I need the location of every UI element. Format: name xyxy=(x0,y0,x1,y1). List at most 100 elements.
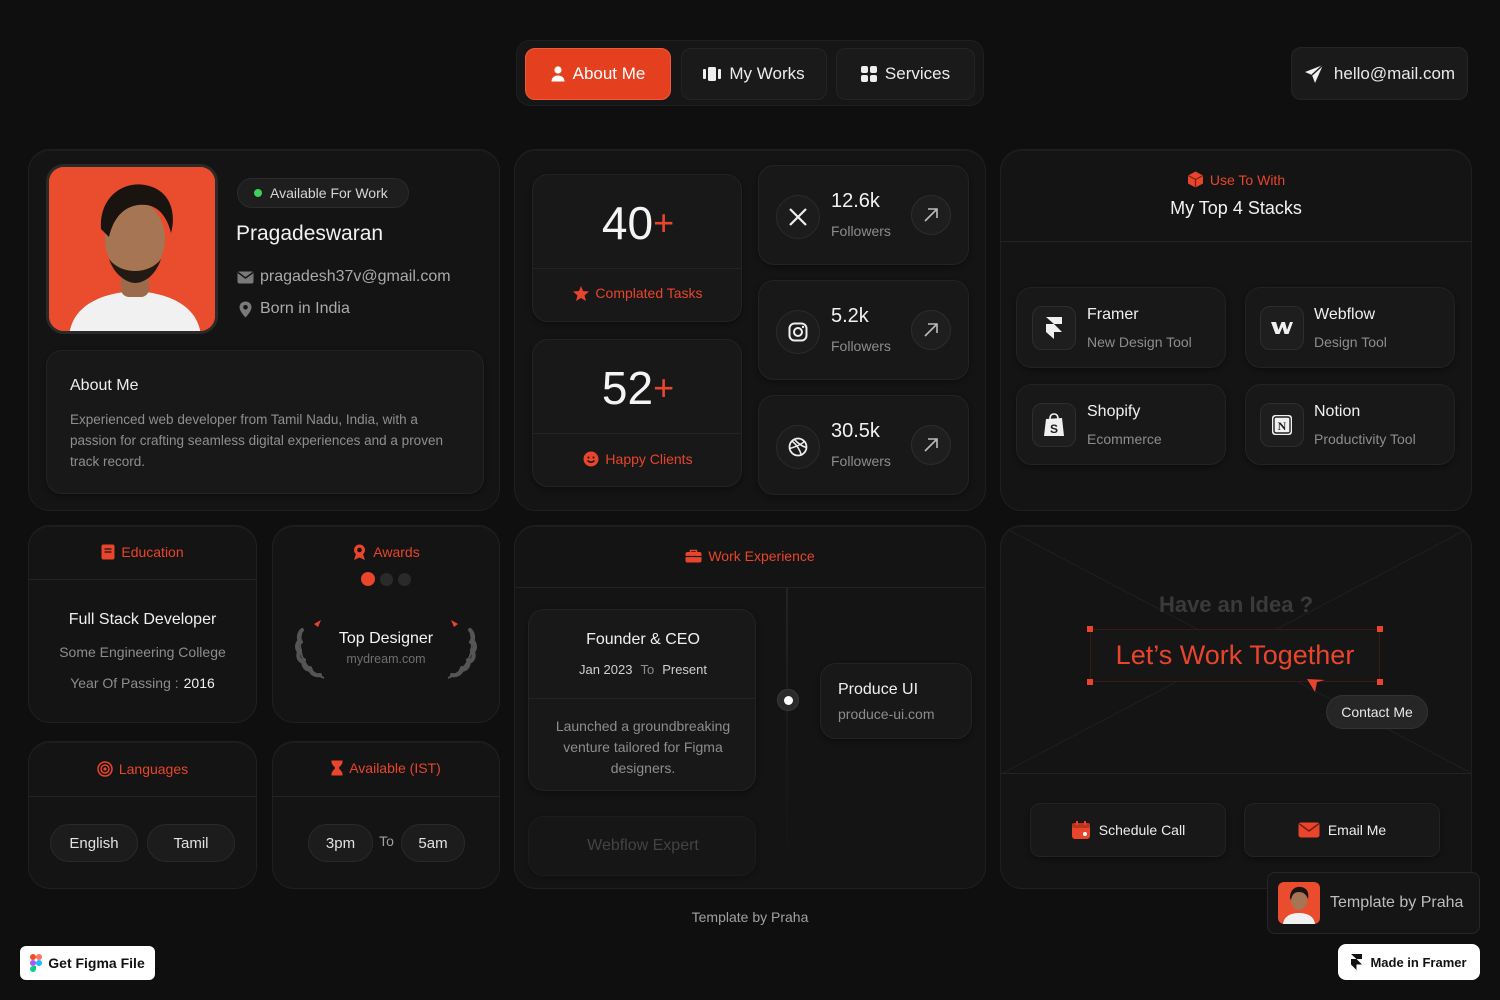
star-icon xyxy=(573,285,590,301)
avatar xyxy=(46,164,218,334)
grid-icon xyxy=(860,66,877,82)
framer-logo-icon xyxy=(1351,954,1363,970)
available-to-label: To xyxy=(379,833,394,849)
company-url: produce-ui.com xyxy=(838,706,935,722)
job-card-next: Webflow Expert xyxy=(528,816,756,876)
job-description: Launched a groundbreaking venture tailor… xyxy=(555,718,731,776)
schedule-call-label: Schedule Call xyxy=(1098,822,1186,838)
social-dribbble-tile[interactable]: 30.5k Followers xyxy=(758,395,969,495)
languages-header: Languages xyxy=(28,761,257,777)
awards-header-label: Awards xyxy=(373,544,420,560)
status-badge: Available For Work xyxy=(237,178,409,208)
template-badge-label: Template by Praha xyxy=(1330,894,1464,911)
framer-icon xyxy=(1032,306,1076,350)
dribbble-icon xyxy=(776,425,820,469)
get-figma-button[interactable]: Get Figma File xyxy=(20,946,155,980)
page-dot[interactable] xyxy=(380,572,393,586)
work-header-label: Work Experience xyxy=(708,548,815,564)
availability-header-label: Available (IST) xyxy=(349,760,441,776)
stack-item-framer[interactable]: Framer New Design Tool xyxy=(1016,287,1226,368)
email-me-label: Email Me xyxy=(1327,822,1387,838)
x-icon xyxy=(776,195,820,239)
arrow-up-right-icon[interactable] xyxy=(911,195,951,235)
tasks-stat: 40 + Complated Tasks xyxy=(532,174,742,322)
laurel-right-icon xyxy=(442,620,478,680)
about-title: About Me xyxy=(70,377,139,394)
send-icon xyxy=(1304,63,1324,83)
timeline-dot xyxy=(777,689,799,711)
stack-item-webflow[interactable]: Webflow Design Tool xyxy=(1245,287,1455,368)
stack-item-shopify[interactable]: S Shopify Ecommerce xyxy=(1016,384,1226,465)
award-site: mydream.com xyxy=(346,652,426,666)
cta-question: Have an Idea ? xyxy=(1158,592,1314,617)
cube-icon xyxy=(1187,171,1204,188)
schedule-call-button[interactable]: Schedule Call xyxy=(1030,803,1226,857)
social-x-label: Followers xyxy=(831,223,891,239)
job-dates: Jan 2023 To Present xyxy=(529,662,757,677)
nav-services-button[interactable]: Services xyxy=(836,48,975,100)
podcast-icon xyxy=(97,761,113,777)
social-dribbble-value: 30.5k xyxy=(831,420,880,442)
nav-works-button[interactable]: My Works xyxy=(681,48,827,100)
page-dot[interactable] xyxy=(398,572,411,586)
arrow-up-right-icon[interactable] xyxy=(911,425,951,465)
language-english: English xyxy=(50,824,138,862)
works-icon xyxy=(703,67,722,81)
mail-icon xyxy=(237,271,254,283)
job-next-role: Webflow Expert xyxy=(587,837,699,854)
tasks-label: Complated Tasks xyxy=(595,285,703,301)
template-badge[interactable]: Template by Praha xyxy=(1267,872,1480,934)
hourglass-icon xyxy=(331,760,343,776)
job-card: Founder & CEO Jan 2023 To Present Launch… xyxy=(528,609,756,791)
nav-about-button[interactable]: About Me xyxy=(525,48,671,100)
email-me-button[interactable]: Email Me xyxy=(1244,803,1440,857)
svg-text:S: S xyxy=(1050,422,1058,436)
page-dot-active[interactable] xyxy=(361,572,375,586)
profile-email-text: pragadesh37v@gmail.com xyxy=(260,268,451,285)
availability-header: Available (IST) xyxy=(272,760,500,776)
clients-value: 52 xyxy=(601,362,654,414)
arrow-up-right-icon[interactable] xyxy=(911,310,951,350)
stack-notion-name: Notion xyxy=(1314,403,1361,420)
about-box: About Me Experienced web developer from … xyxy=(46,350,484,494)
stack-item-notion[interactable]: N Notion Productivity Tool xyxy=(1245,384,1455,465)
stack-framer-desc: New Design Tool xyxy=(1087,334,1192,350)
stacks-title: My Top 4 Stacks xyxy=(1170,198,1302,218)
nav-services-label: Services xyxy=(884,64,951,83)
company-card[interactable]: Produce UI produce-ui.com xyxy=(820,663,972,739)
nav-works-label: My Works xyxy=(729,64,805,83)
available-from: 3pm xyxy=(308,824,373,862)
education-year-label: Year Of Passing : xyxy=(70,675,179,691)
job-end: Present xyxy=(662,662,708,677)
instagram-icon xyxy=(776,310,820,354)
notion-icon: N xyxy=(1260,403,1304,447)
email-contact-label: hello@mail.com xyxy=(1333,63,1456,83)
job-to-label: To xyxy=(640,662,655,677)
company-name: Produce UI xyxy=(838,681,919,698)
education-header: Education xyxy=(28,544,257,560)
social-x-tile[interactable]: 12.6k Followers xyxy=(758,165,969,265)
timeline-line xyxy=(786,588,788,876)
social-instagram-tile[interactable]: 5.2k Followers xyxy=(758,280,969,380)
webflow-icon xyxy=(1260,306,1304,350)
profile-location: Born in India xyxy=(239,300,350,318)
stack-shopify-name: Shopify xyxy=(1087,403,1141,420)
book-icon xyxy=(101,544,115,560)
language-tamil: Tamil xyxy=(147,824,235,862)
user-icon xyxy=(551,66,565,82)
work-header: Work Experience xyxy=(514,548,986,564)
made-in-framer-label: Made in Framer xyxy=(1370,954,1467,970)
tasks-value: 40 xyxy=(601,197,654,249)
clients-label-row: Happy Clients xyxy=(533,451,743,467)
profile-email[interactable]: pragadesh37v@gmail.com xyxy=(237,268,451,286)
contact-me-tooltip[interactable]: Contact Me xyxy=(1326,695,1428,729)
social-x-value: 12.6k xyxy=(831,190,880,212)
award-title: Top Designer xyxy=(338,630,434,647)
made-in-framer-button[interactable]: Made in Framer xyxy=(1338,944,1480,980)
stack-webflow-name: Webflow xyxy=(1314,306,1376,323)
job-role: Founder & CEO xyxy=(586,631,700,648)
email-contact-button[interactable]: hello@mail.com xyxy=(1291,47,1468,100)
awards-pagination xyxy=(361,572,411,586)
profile-location-text: Born in India xyxy=(260,300,350,317)
education-college: Some Engineering College xyxy=(59,644,226,660)
